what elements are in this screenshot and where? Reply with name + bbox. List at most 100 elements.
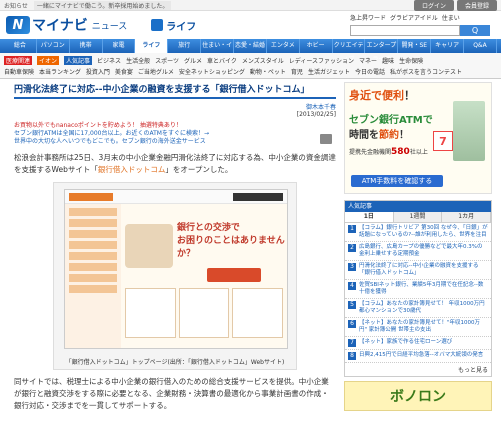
rank-title[interactable]: 広島銀行、広島カープの優勝などで最大年0.3%の金利上乗せする定期預金 — [359, 244, 488, 258]
sub-nav: 医療関連 イオン 人気記事 ビジネス 生活全般 スポーツ グルメ 車とバイク メンズスタイル レデ… — [0, 53, 501, 79]
rank-title[interactable]: 円滑化法終了に対応--中小企業の融資を支援する「銀行借入ドットコム」 — [359, 263, 488, 277]
nav-item[interactable]: 恋愛・結婚 — [234, 39, 267, 53]
header: N マイナビ ニュース ライフ 急上昇ワード グラビアアイドル 住まい Q — [0, 11, 501, 39]
ranking-item[interactable]: 2 広島銀行、広島カープの優勝などで最大年0.3%の金利上乗せする定期預金 — [345, 242, 491, 261]
subnav-item[interactable]: 私がボスを言うコンテスト — [390, 67, 462, 76]
subnav-item[interactable]: 自動車保険 — [4, 67, 34, 76]
nav-item[interactable]: エンタープライズ — [365, 39, 399, 63]
rank-title[interactable]: 【コラム】あなたの家計簿見せて！ 年収1000万円 都心マンションで30歳代 — [359, 301, 488, 315]
nav-item[interactable]: 住まい・インテリア — [201, 39, 235, 63]
rank-title[interactable]: 日興2,415円で日経平均急落--オバマ大統領の発言 — [359, 352, 483, 360]
subnav-item[interactable]: 生活ガジェット — [308, 67, 350, 76]
body-text: 」をオープンした。 — [165, 165, 233, 174]
ranking-item[interactable]: 3 円滑化法終了に対応--中小企業の融資を支援する「銀行借入ドットコム」 — [345, 261, 491, 280]
ranking-tab[interactable]: 1カ月 — [442, 212, 492, 222]
subnav-item[interactable]: 生命保険 — [399, 56, 423, 65]
subnav-item[interactable]: メンズスタイル — [242, 56, 284, 65]
ranking-item[interactable]: 8 日興2,415円で日経平均急落--オバマ大統領の発言 — [345, 350, 491, 363]
subnav-item[interactable]: 医療関連 — [4, 56, 33, 65]
subnav-item[interactable]: イオン — [37, 56, 60, 65]
section-label: ライフ — [166, 21, 197, 33]
notice-label: お知らせ — [4, 2, 28, 10]
rank-number: 7 — [348, 339, 356, 347]
rank-number: 6 — [348, 320, 356, 328]
subnav-item[interactable]: 投資入門 — [86, 67, 110, 76]
ranking-item[interactable]: 1 【コラム】銀行トリビア 第30回 なぜ今、「日銀」が話題になっているの?--誰… — [345, 223, 491, 242]
notice-text[interactable]: 一緒にマイナビで働こう。新卒採用始めました。 — [33, 0, 172, 10]
ranking-item[interactable]: 7 【ネット】家族で作る住宅ローン選び — [345, 337, 491, 350]
subnav-item[interactable]: マネー — [359, 56, 377, 65]
subnav-item[interactable]: 美食宴 — [115, 67, 133, 76]
nav-item[interactable]: クリエイティブ — [333, 39, 366, 63]
subnav-item[interactable]: レディースファッション — [289, 56, 354, 65]
subnav-item[interactable]: 車とバイク — [207, 56, 237, 65]
nav-item[interactable]: パソコン — [37, 39, 70, 53]
figure-caption: 「銀行借入ドットコム」トップページ(出所：「銀行借入ドットコム」Webサイト) — [65, 359, 285, 366]
rank-number: 5 — [348, 301, 356, 309]
trending-word[interactable]: グラビアアイドル — [390, 13, 438, 22]
promo-link[interactable]: セブン銀行ATMは全国に17,000台以上。お近くのATMをすぐに検索！→ — [14, 130, 336, 138]
rank-title[interactable]: 【コラム】銀行トリビア 第30回 なぜ今、「日銀」が話題になっているの?--誰が… — [359, 225, 488, 239]
subnav-item[interactable]: 安全ネットショッピング — [179, 67, 245, 76]
logo-text: マイナビ — [32, 18, 88, 34]
logo-news: ニュース — [91, 21, 128, 32]
ranking-tab[interactable]: 1日 — [345, 212, 394, 222]
hero-text: 銀行との交渉で お困りのことはありませんか？ — [177, 223, 285, 259]
main-nav: 総合 パソコン 携帯 家電 ライフ 旅行 住まい・インテリア 恋愛・結婚 エンタメ ホビー クリエイ… — [0, 39, 501, 63]
subnav-item[interactable]: ビジネス — [97, 56, 121, 65]
nav-item[interactable]: 旅行 — [168, 39, 202, 53]
promo-link[interactable]: 世界中の大切な人へいつでもどこでも。セブン銀行の海外送金サービス — [14, 138, 336, 146]
article-figure: 銀行との交渉で お困りのことはありませんか？ 「銀行借入ドットコム」トップページ(… — [53, 182, 297, 370]
ad-button[interactable]: ATM手数料を確認する — [351, 175, 443, 187]
rank-title[interactable]: 【ネット】あなたの家計簿見せて！"年収1000万円" 家計簿公開 世帯主の支出 — [359, 320, 488, 334]
nav-item[interactable]: ライフ — [135, 39, 169, 53]
logo-mark: N — [6, 16, 30, 34]
sidebar: 身近で便利！ セブン銀行ATMで 時間を節約！ 提携先金融機関580社以上 7 … — [344, 82, 492, 411]
search-button[interactable]: Q — [460, 25, 490, 36]
ranking-tab[interactable]: 1週間 — [393, 212, 443, 222]
article-title: 円滑化法終了に対応--中小企業の融資を支援する「銀行借入ドットコム」 — [14, 82, 336, 99]
subnav-item[interactable]: 動物・ペット — [250, 67, 286, 76]
rank-number: 8 — [348, 352, 356, 360]
rank-number: 1 — [348, 225, 356, 233]
subnav-item[interactable]: 趣味 — [382, 56, 394, 65]
search-input[interactable] — [350, 25, 460, 36]
subnav-item[interactable]: 今日の電話 — [355, 67, 385, 76]
print-icon[interactable] — [320, 134, 332, 144]
register-button[interactable]: 会員登録 — [456, 0, 497, 11]
promo-link[interactable]: お買物以外でもnanacoポイントを貯めよう！ 抽選特典あり！ — [14, 122, 336, 130]
article-body-2: 同サイトでは、税理士による中小企業の銀行借入のための総合支援サービスを提供。中小… — [14, 377, 329, 410]
subnav-item[interactable]: スポーツ — [155, 56, 179, 65]
nav-item[interactable]: キャリア — [431, 39, 465, 53]
nav-item[interactable]: 家電 — [103, 39, 136, 53]
subnav-item[interactable]: 生活全般 — [126, 56, 150, 65]
section-life[interactable]: ライフ — [151, 18, 196, 33]
rank-title[interactable]: 佐賀SBIネット銀行、業績5年3月期で在任記念--数十億を獲得 — [359, 282, 488, 296]
top-bar: お知らせ 一緒にマイナビで働こう。新卒採用始めました。 ログイン 会員登録 — [0, 0, 501, 11]
nav-item[interactable]: 開発・SE — [398, 39, 432, 53]
ad-banner-seven-bank[interactable]: 身近で便利！ セブン銀行ATMで 時間を節約！ 提携先金融機関580社以上 7 … — [344, 82, 492, 194]
nav-item[interactable]: エンタメ — [267, 39, 300, 53]
ranking-item[interactable]: 5 【コラム】あなたの家計簿見せて！ 年収1000万円 都心マンションで30歳代 — [345, 299, 491, 318]
nav-item[interactable]: 総合 — [4, 39, 37, 53]
subnav-item[interactable]: 人気記事 — [64, 56, 93, 65]
nav-item[interactable]: Q&A — [464, 39, 497, 53]
subnav-item[interactable]: ご当地グルメ — [138, 67, 174, 76]
atm-image — [453, 101, 485, 161]
date: [2013/02/25] — [296, 111, 336, 118]
ranking-item[interactable]: 6 【ネット】あなたの家計簿見せて！"年収1000万円" 家計簿公開 世帯主の支出 — [345, 318, 491, 337]
login-button[interactable]: ログイン — [413, 0, 454, 11]
subnav-item[interactable]: 本当ランキング — [39, 67, 81, 76]
author[interactable]: 御木本千春 — [14, 102, 336, 111]
rank-title[interactable]: 【ネット】家族で作る住宅ローン選び — [359, 339, 452, 347]
subnav-item[interactable]: 育児 — [291, 67, 303, 76]
nav-item[interactable]: ホビー — [300, 39, 333, 53]
site-link[interactable]: 銀行借入ドットコム — [98, 165, 166, 174]
more-link[interactable]: もっと見る — [345, 363, 491, 376]
nav-item[interactable]: 携帯 — [70, 39, 103, 53]
ranking-item[interactable]: 4 佐賀SBIネット銀行、業績5年3月期で在任記念--数十億を獲得 — [345, 280, 491, 299]
trending-word[interactable]: 住まい — [442, 13, 460, 22]
subnav-item[interactable]: グルメ — [184, 56, 202, 65]
ad-banner-bononron[interactable]: ボノロン — [344, 381, 492, 411]
site-logo[interactable]: N マイナビ ニュース — [6, 15, 127, 35]
